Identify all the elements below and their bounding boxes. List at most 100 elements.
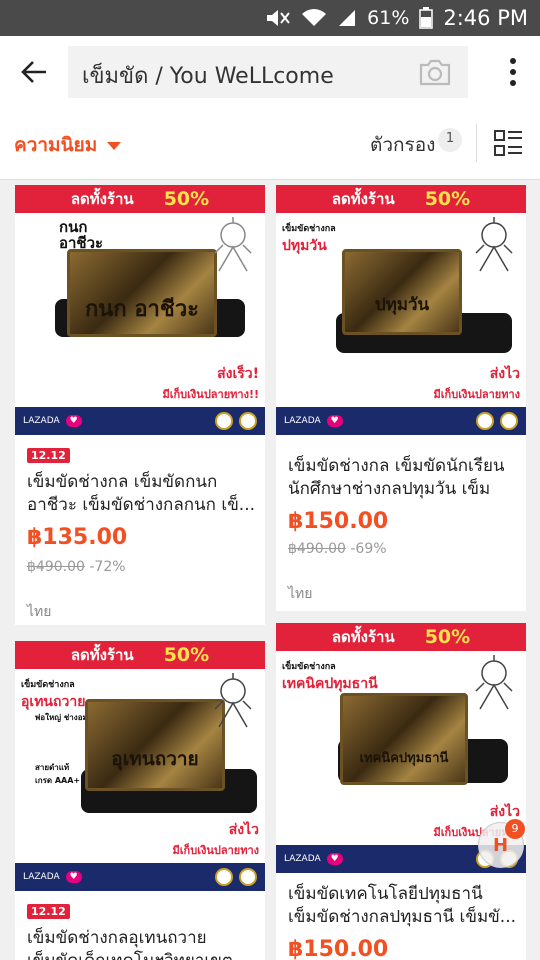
status-bar: 61% 2:46 PM — [0, 0, 540, 36]
promo-text: ลดทั้งร้าน — [70, 190, 134, 208]
float-letter: H — [493, 835, 509, 856]
seal-icon — [239, 868, 257, 886]
lazada-1212-icon: ♥ — [326, 415, 343, 427]
sort-caret-icon — [107, 142, 122, 150]
clock: 2:46 PM — [443, 6, 528, 30]
lazada-brand: LAZADA — [284, 854, 321, 864]
shipping-tag: ส่งไว มีเก็บเงินปลายทาง — [433, 366, 520, 401]
promo-percent: 50% — [163, 644, 210, 666]
battery-icon — [419, 7, 434, 29]
promo-percent: 50% — [424, 626, 471, 648]
mute-icon — [265, 8, 291, 28]
buckle-text: อุเทนถวาย — [111, 748, 199, 770]
lazada-1212-icon: ♥ — [65, 415, 82, 427]
original-price-row: ฿490.00 -72% — [27, 559, 126, 575]
camera-icon[interactable] — [418, 57, 452, 87]
img-name: อุเทนถวาย — [21, 694, 86, 710]
lazada-strip: LAZADA ♥ — [15, 863, 265, 891]
buckle-text: เทคนิคปทุมธานี — [359, 751, 449, 766]
promo-text: ลดทั้งร้าน — [331, 628, 395, 646]
lazada-brand: LAZADA — [23, 416, 60, 426]
buckle-text: ปทุมวัน — [374, 295, 430, 315]
promo-percent: 50% — [424, 188, 471, 210]
sale-badge: 12.12 — [27, 904, 70, 919]
location: ไทย — [27, 604, 52, 620]
seal-icon — [215, 412, 233, 430]
float-count: 9 — [505, 819, 525, 839]
original-price-row: ฿490.00 -69% — [288, 541, 387, 557]
product-card[interactable]: ลดทั้งร้าน 50% เข็มขัดช่างกล ปทุมวัน ปทุ… — [276, 185, 526, 611]
img-category: เข็มขัดช่างกล — [282, 224, 336, 234]
img-note: สายดำแท้ เกรด AAA+ — [35, 763, 81, 785]
product-price: ฿135.00 — [27, 525, 128, 550]
promo-banner: ลดทั้งร้าน 50% — [276, 185, 526, 213]
img-category: เข็มขัดช่างกล — [21, 680, 75, 690]
yantra-logo — [470, 653, 518, 713]
sort-dropdown[interactable]: ความนิยม — [14, 130, 122, 160]
seal-icon — [476, 412, 494, 430]
belt-buckle: เทคนิคปทุมธานี — [340, 693, 468, 785]
img-name: กนก อาชีวะ — [59, 218, 104, 252]
lazada-strip: LAZADA ♥ — [276, 407, 526, 435]
lazada-1212-icon: ♥ — [65, 871, 82, 883]
discount: -72% — [89, 559, 126, 575]
filter-count-badge: 1 — [438, 128, 462, 152]
product-card[interactable]: ลดทั้งร้าน 50% เข็มขัดช่างกล เทคนิคปทุมธ… — [276, 623, 526, 960]
lazada-1212-icon: ♥ — [326, 853, 343, 865]
floating-cart-button[interactable]: H 9 — [478, 819, 525, 868]
yantra-logo — [209, 215, 257, 275]
product-image: ลดทั้งร้าน 50% เข็มขัดช่างกล อุเทนถวาย พ… — [15, 641, 265, 891]
filter-button[interactable]: ตัวกรอง — [370, 130, 435, 160]
product-title[interactable]: เข็มขัดช่างกล เข็มขัดกนก อาชีวะ เข็มขัดช… — [27, 471, 257, 517]
img-name: ปทุมวัน — [282, 238, 327, 254]
product-title[interactable]: เข็มขัดเทคโนโลยีปทุมธานี เข็มขัดช่างกลปท… — [288, 883, 518, 929]
sort-label: ความนิยม — [14, 134, 98, 156]
wifi-icon — [301, 8, 327, 28]
shipping-tag: ส่งเร็ว! มีเก็บเงินปลายทาง!! — [162, 366, 259, 401]
more-vert-icon[interactable] — [508, 56, 518, 88]
product-image: ลดทั้งร้าน 50% เข็มขัดช่างกล ปทุมวัน ปทุ… — [276, 185, 526, 435]
battery-percent: 61% — [367, 7, 410, 29]
original-price: ฿490.00 — [288, 541, 346, 557]
belt-buckle: ปทุมวัน — [342, 249, 462, 335]
product-card[interactable]: ลดทั้งร้าน 50% เข็มขัดช่างกล อุเทนถวาย พ… — [15, 641, 265, 960]
original-price: ฿490.00 — [27, 559, 85, 575]
promo-banner: ลดทั้งร้าน 50% — [15, 641, 265, 669]
seal-icon — [215, 868, 233, 886]
promo-banner: ลดทั้งร้าน 50% — [276, 623, 526, 651]
img-name: เทคนิคปทุมธานี — [282, 676, 378, 692]
lazada-strip: LAZADA ♥ — [15, 407, 265, 435]
location: ไทย — [288, 586, 313, 602]
product-image: ลดทั้งร้าน 50% กนก อาชีวะ กนก อาชีวะ ส่ง… — [15, 185, 265, 435]
seal-icon — [239, 412, 257, 430]
promo-percent: 50% — [163, 188, 210, 210]
promo-banner: ลดทั้งร้าน 50% — [15, 185, 265, 213]
buckle-text: กนก อาชีวะ — [84, 296, 199, 322]
product-price: ฿150.00 — [288, 937, 389, 960]
belt-buckle: อุเทนถวาย — [85, 699, 225, 791]
list-layout-icon[interactable] — [494, 129, 524, 159]
product-price: ฿150.00 — [288, 509, 389, 534]
product-title[interactable]: เข็มขัดช่างกล เข็มขัดนักเรียน นักศึกษาช่… — [288, 455, 518, 501]
search-input[interactable]: เข็มขัด / You WeLLcome — [68, 46, 468, 98]
yantra-logo — [470, 215, 518, 275]
belt-buckle: กนก อาชีวะ — [67, 249, 217, 337]
product-title[interactable]: เข็มขัดช่างกลอุเทนถวาย เข็มขัดเด็กเทคโนฯ… — [27, 927, 257, 960]
divider — [476, 124, 477, 162]
back-arrow-icon[interactable] — [14, 54, 54, 90]
shipping-tag: ส่งไว มีเก็บเงินปลายทาง — [172, 822, 259, 857]
promo-text: ลดทั้งร้าน — [331, 190, 395, 208]
lazada-brand: LAZADA — [23, 872, 60, 882]
search-query: เข็มขัด / You WeLLcome — [82, 64, 334, 89]
sale-badge: 12.12 — [27, 448, 70, 463]
yantra-logo — [209, 671, 257, 731]
app-bar: เข็มขัด / You WeLLcome — [0, 36, 540, 108]
product-grid: ลดทั้งร้าน 50% กนก อาชีวะ กนก อาชีวะ ส่ง… — [0, 181, 540, 960]
filter-label: ตัวกรอง — [370, 134, 436, 156]
product-card[interactable]: ลดทั้งร้าน 50% กนก อาชีวะ กนก อาชีวะ ส่ง… — [15, 185, 265, 625]
promo-text: ลดทั้งร้าน — [70, 646, 134, 664]
seal-icon — [500, 412, 518, 430]
discount: -69% — [350, 541, 387, 557]
signal-icon — [337, 8, 357, 28]
img-category: เข็มขัดช่างกล — [282, 662, 336, 672]
